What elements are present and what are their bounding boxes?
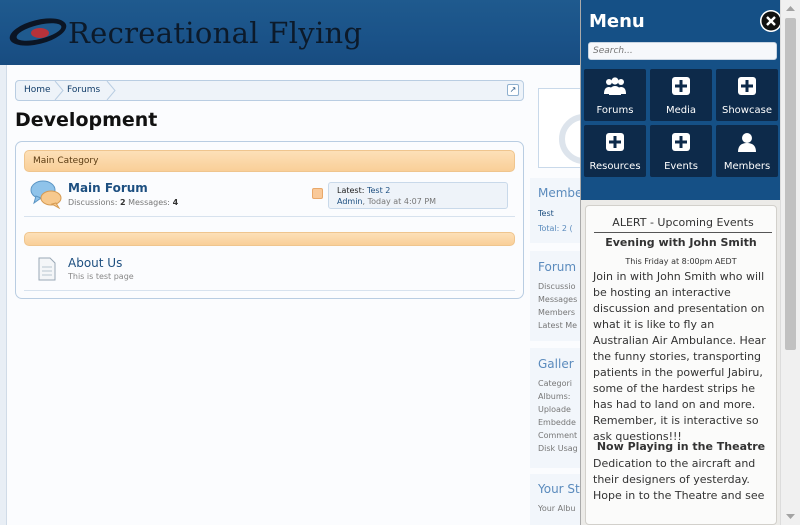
event-time: This Friday at 8:00pm AEDT <box>625 257 737 266</box>
gallery-heading: Galler <box>538 357 574 371</box>
breadcrumb-forums[interactable]: Forums <box>67 81 100 100</box>
stat-line: Discussio <box>538 282 576 291</box>
tile-forums[interactable]: Forums <box>584 69 646 121</box>
main-content: Home Forums ↗ Development Main Category … <box>6 65 580 525</box>
category-header[interactable]: Main Category <box>24 150 515 172</box>
avatar <box>538 88 580 168</box>
tile-showcase[interactable]: Showcase <box>716 69 778 121</box>
page-node-title[interactable]: About Us <box>68 256 122 270</box>
stat-line: Latest Me <box>538 321 578 330</box>
node-list: Main Category Main Forum Discussions: 2 … <box>15 141 524 299</box>
tile-label: Members <box>723 161 771 172</box>
document-icon <box>38 257 56 281</box>
forum-stats-heading: Forum <box>538 260 577 274</box>
stat-line: Comment <box>538 431 578 440</box>
site-logo[interactable]: Recreational Flying <box>68 16 362 50</box>
tile-events[interactable]: Events <box>650 125 712 177</box>
menu-title: Menu <box>589 11 645 32</box>
plus-icon <box>606 133 624 151</box>
latest-post: Latest: Test 2 Admin, Today at 4:07 PM <box>328 182 508 209</box>
theatre-title: Now Playing in the Theatre <box>596 440 766 453</box>
tile-members[interactable]: Members <box>716 125 778 177</box>
menu-panel: Menu Forums Media Showcase <box>580 0 782 525</box>
tile-resources[interactable]: Resources <box>584 125 646 177</box>
rss-icon[interactable] <box>312 188 323 199</box>
event-description: Join in with John Smith who will be host… <box>593 270 766 443</box>
stat-line: Messages <box>538 295 578 304</box>
breadcrumb-home[interactable]: Home <box>24 81 51 100</box>
tile-label: Events <box>664 161 698 172</box>
tile-label: Forums <box>596 105 634 116</box>
your-stats-heading: Your St <box>538 482 580 496</box>
member-link[interactable]: Test <box>538 209 554 218</box>
members-heading: Membe <box>538 186 580 200</box>
theatre-description: Dedication to the aircraft and their des… <box>593 457 765 502</box>
scroll-thumb[interactable] <box>785 18 796 350</box>
category-title[interactable]: Main Category <box>33 151 98 171</box>
upcoming-events-box: ALERT - Upcoming Events Evening with Joh… <box>585 205 777 525</box>
forum-title[interactable]: Main Forum <box>68 181 148 195</box>
plus-icon <box>738 77 756 95</box>
event-title: Evening with John Smith <box>605 236 757 249</box>
stat-line: Your Albu <box>538 504 576 513</box>
jump-to-icon[interactable]: ↗ <box>507 84 519 96</box>
avatar-placeholder-icon <box>559 114 580 164</box>
stat-line: Members <box>538 308 576 317</box>
user-icon <box>738 133 756 152</box>
events-header: ALERT - Upcoming Events <box>594 216 772 233</box>
stat-line: Uploade <box>538 405 571 414</box>
scrollbar[interactable] <box>780 0 800 525</box>
scroll-up-icon[interactable] <box>781 0 800 17</box>
tile-label: Resources <box>589 161 641 172</box>
stat-line: Disk Usag <box>538 444 578 453</box>
page-node-desc: This is test page <box>68 272 134 281</box>
latest-user-link[interactable]: Admin <box>337 197 363 206</box>
tile-label: Showcase <box>722 105 772 116</box>
chevron-right-icon <box>54 81 64 100</box>
stat-line: Embedde <box>538 418 576 427</box>
stat-line: Categori <box>538 379 573 388</box>
speech-bubbles-icon <box>30 180 62 209</box>
page-title: Development <box>15 109 158 131</box>
users-icon <box>604 77 626 95</box>
forum-stats: Discussions: 2 Messages: 4 <box>68 198 179 207</box>
tile-label: Media <box>665 105 697 116</box>
plus-icon <box>672 133 690 151</box>
sidebar: Membe Test Total: 2 ( Forum Discussio Me… <box>530 86 580 525</box>
members-total: Total: 2 ( <box>538 224 573 233</box>
search-input[interactable] <box>588 42 777 60</box>
category-header-empty <box>24 232 515 246</box>
plus-icon <box>672 77 690 95</box>
tile-media[interactable]: Media <box>650 69 712 121</box>
divider <box>24 290 515 291</box>
divider <box>24 216 515 217</box>
latest-thread-link[interactable]: Test 2 <box>367 186 390 195</box>
scroll-down-icon[interactable] <box>781 508 800 525</box>
breadcrumb: Home Forums ↗ <box>15 80 524 101</box>
close-icon[interactable] <box>760 10 782 32</box>
logo-icon <box>9 18 67 46</box>
chevron-right-icon <box>106 81 116 100</box>
stat-line: Albums: <box>538 392 571 401</box>
